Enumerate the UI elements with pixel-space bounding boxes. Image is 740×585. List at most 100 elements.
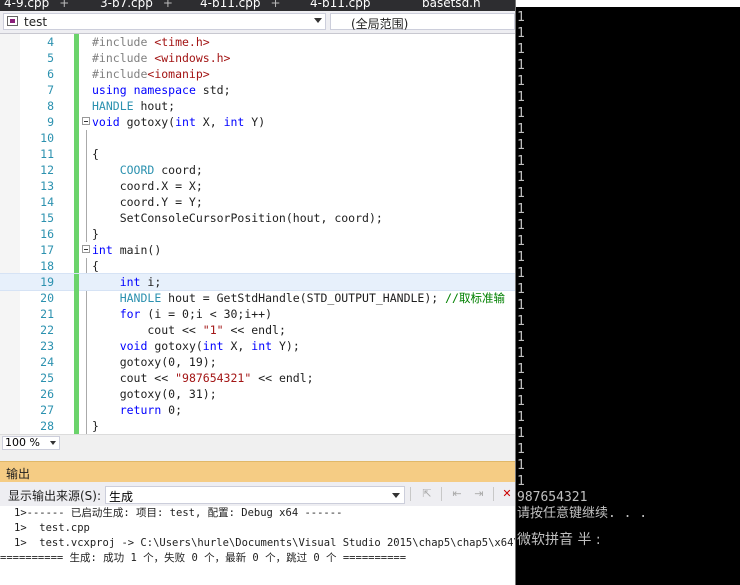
code-line[interactable]: 22 cout << "1" << endl; (0, 322, 515, 338)
project-combo[interactable]: test (3, 13, 326, 30)
code-text: } (92, 419, 99, 433)
tab-close-icon[interactable]: + (163, 0, 173, 10)
code-text: SetConsoleCursorPosition(hout, coord); (92, 211, 383, 225)
console-line: 1 (517, 426, 525, 441)
code-line[interactable]: 8 HANDLE hout; (0, 98, 515, 114)
console-line: 1 (517, 154, 525, 169)
code-line[interactable]: 15 SetConsoleCursorPosition(hout, coord)… (0, 210, 515, 226)
code-text: int i; (119, 275, 162, 289)
tab-close-icon[interactable]: + (271, 0, 281, 10)
change-marker (74, 226, 79, 242)
tab-close-icon[interactable]: + (59, 0, 69, 10)
output-source-select[interactable]: 生成 (105, 486, 405, 504)
chevron-down-icon[interactable] (50, 441, 56, 445)
line-number: 28 (40, 419, 54, 433)
tab-4-b11-cpp[interactable]: 4-b11.cpp + (200, 0, 281, 10)
console-line: 1 (517, 330, 525, 345)
code-line[interactable]: 28} (0, 418, 515, 434)
collapse-icon[interactable] (82, 245, 90, 253)
code-line[interactable]: 16} (0, 226, 515, 242)
code-line[interactable]: 21 for (i = 0;i < 30;i++) (0, 306, 515, 322)
line-number: 14 (40, 195, 54, 209)
console-line: 1 (517, 442, 525, 457)
code-line[interactable]: 6 #include<iomanip> (0, 66, 515, 82)
console-line: 1 (517, 474, 525, 489)
tab-basetsd-h[interactable]: basetsd.h (422, 0, 481, 10)
change-marker (74, 386, 79, 402)
line-number: 16 (40, 227, 54, 241)
change-marker (74, 34, 79, 50)
change-marker (74, 98, 79, 114)
code-line[interactable]: 27 return 0; (0, 402, 515, 418)
line-number: 13 (40, 179, 54, 193)
code-text: gotoxy(0, 19); (92, 355, 217, 369)
line-number: 8 (47, 99, 54, 113)
code-line[interactable]: 13 coord.X = X; (0, 178, 515, 194)
code-line[interactable]: 14 coord.Y = Y; (0, 194, 515, 210)
code-line[interactable]: 20 HANDLE hout = GetStdHandle(STD_OUTPUT… (0, 290, 515, 306)
output-toolbar: 显示输出来源(S): 生成 ⇱ ⇤ ⇥ ✕ (0, 482, 515, 506)
tab-4-b11-cpp-2[interactable]: 4-b11.cpp (310, 0, 371, 10)
console-line: 1 (517, 10, 525, 25)
code-line[interactable]: 24 gotoxy(0, 19); (0, 354, 515, 370)
code-line[interactable]: 12 COORD coord; (0, 162, 515, 178)
line-number: 4 (47, 35, 54, 49)
code-text: HANDLE hout = GetStdHandle(STD_OUTPUT_HA… (119, 291, 505, 305)
previous-message-icon[interactable]: ⇤ (448, 486, 466, 502)
clear-all-icon[interactable]: ✕ (498, 486, 516, 502)
code-text: { (92, 259, 99, 273)
tab-4-9-cpp[interactable]: 4-9.cpp + (4, 0, 69, 10)
code-line[interactable]: 25 cout << "987654321" << endl; (0, 370, 515, 386)
change-marker (74, 130, 79, 146)
output-text[interactable]: 1>------ 已启动生成: 项目: test, 配置: Debug x64 … (0, 506, 515, 585)
code-line[interactable]: 5 #include <windows.h> (0, 50, 515, 66)
code-text: #include <time.h> (92, 35, 210, 49)
code-line[interactable]: 10 (0, 130, 515, 146)
tab-3-b7-cpp[interactable]: 3-b7.cpp + (100, 0, 173, 10)
code-text: { (92, 147, 99, 161)
chevron-down-icon[interactable] (392, 493, 400, 498)
change-marker (74, 146, 79, 162)
code-line[interactable]: 18 { (0, 258, 515, 274)
code-line[interactable]: 4 #include <time.h> (0, 34, 515, 50)
change-marker (74, 242, 79, 258)
document-tab-strip: 4-9.cpp + 3-b7.cpp + 4-b11.cpp + 4-b11.cpp … (0, 0, 515, 11)
console-line: 1 (517, 458, 525, 473)
console-window[interactable]: 1 1 1 1 1 1 1 1 1 1 1 1 1 1 1 1 1 1 1 1 1 1 1 1 1 1 1 1 1 1 987654321 请… (515, 0, 740, 585)
code-text: coord.Y = Y; (92, 195, 203, 209)
change-marker (74, 354, 79, 370)
code-line[interactable]: 23 void gotoxy(int X, int Y); (0, 338, 515, 354)
line-number: 27 (40, 403, 54, 417)
ime-status: 微软拼音 半 : (517, 532, 601, 548)
scope-combo[interactable]: (全局范围) (330, 13, 515, 31)
code-line[interactable]: 7 using namespace std; (0, 82, 515, 98)
find-message-icon[interactable]: ⇱ (418, 486, 436, 502)
collapse-icon[interactable] (82, 117, 90, 125)
line-number: 7 (47, 83, 54, 97)
code-line[interactable]: 9 void gotoxy(int X, int Y) (0, 114, 515, 130)
line-number: 11 (40, 147, 54, 161)
line-number: 17 (40, 243, 54, 257)
line-number: 23 (40, 339, 54, 353)
code-text: COORD coord; (119, 163, 203, 177)
editor-status-bar: 100 % (0, 434, 515, 451)
code-line[interactable]: 17 int main() (0, 242, 515, 258)
change-marker (74, 114, 79, 130)
line-number: 21 (40, 307, 54, 321)
code-editor[interactable]: 4 #include <time.h> 5 #include <windows.h> 6… (0, 34, 515, 434)
code-text: #include <windows.h> (92, 51, 231, 65)
code-text: gotoxy(0, 31); (92, 387, 217, 401)
code-text: coord.X = X; (92, 179, 203, 193)
line-number: 9 (47, 115, 54, 129)
output-line: ========== 生成: 成功 1 个，失败 0 个，最新 0 个，跳过 0… (0, 552, 407, 564)
chevron-down-icon[interactable] (314, 18, 322, 23)
console-line: 1 (517, 58, 525, 73)
zoom-select[interactable]: 100 % (2, 436, 60, 450)
code-line[interactable]: 26 gotoxy(0, 31); (0, 386, 515, 402)
code-line[interactable]: 19 int i; (0, 273, 515, 291)
code-line[interactable]: 11 { (0, 146, 515, 162)
next-message-icon[interactable]: ⇥ (470, 486, 488, 502)
change-marker (74, 274, 79, 290)
console-line: 987654321 (517, 490, 588, 505)
console-line: 1 (517, 282, 525, 297)
